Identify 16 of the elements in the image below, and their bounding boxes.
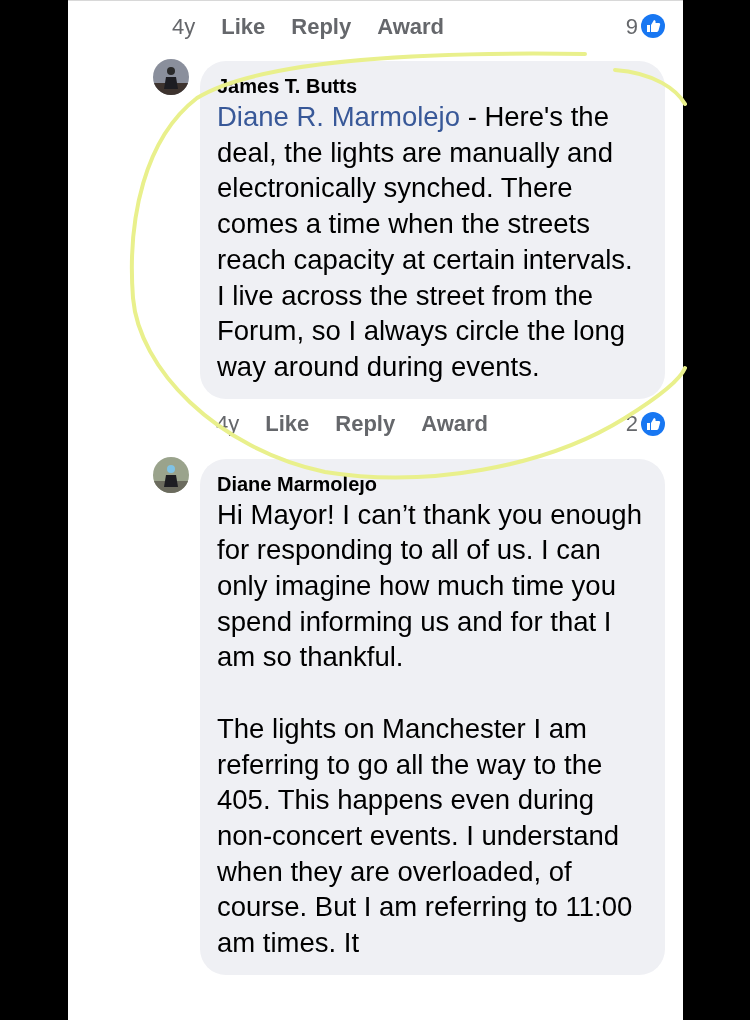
comment-action-link[interactable]: Reply (291, 9, 352, 43)
comment-action-link[interactable]: Award (421, 407, 489, 441)
comment-action-link[interactable]: Award (377, 9, 445, 43)
reaction-count: 2 (625, 410, 638, 439)
comment-author: Diane Marmolejo (217, 471, 379, 497)
comment-action-link[interactable]: Like (221, 9, 266, 43)
comment-text: Diane R. Marmolejo - Here's the deal, the lights are manually and electronically synched. There comes a time when the streets reach capacity at certain intervals. I live across the street from the Forum, so I always circle the long way around during events. (217, 100, 634, 384)
comment-action-link[interactable]: Reply (335, 407, 396, 441)
comment-text: The lights on Manchester I am referring to go all the way to the 405. This happens even during non-concert events. I understand when they are overloaded, of course. But I am referring to 11:00 am times. It (217, 711, 634, 961)
comment-age: 4y (172, 12, 196, 41)
comment-text: Hi Mayor! I can’t thank you enough for responding to all of us. I can only imagine how much time you spend informing us and for that I am so thankful. (217, 497, 643, 675)
reaction-count: 9 (625, 12, 638, 41)
mention-link[interactable]: Diane R. Marmolejo (217, 101, 460, 132)
comment-action-link[interactable]: Like (265, 407, 310, 441)
thumbs-up-icon (641, 411, 665, 436)
thumbs-up-icon (641, 14, 665, 38)
